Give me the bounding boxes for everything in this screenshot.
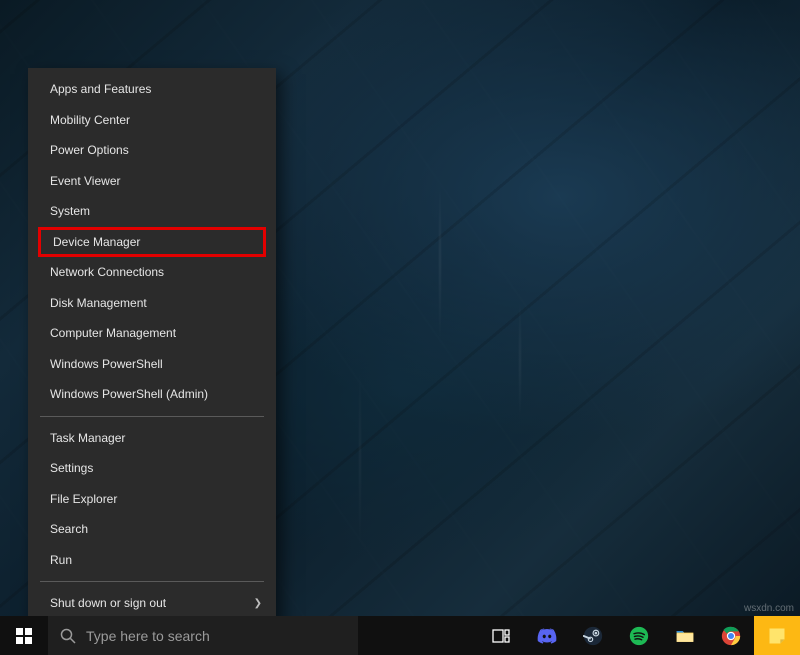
task-view-icon <box>492 627 510 645</box>
chrome-icon <box>721 626 741 646</box>
taskbar-search[interactable]: Type here to search <box>48 616 358 655</box>
menu-separator <box>40 581 264 582</box>
menu-item-label: System <box>50 204 90 218</box>
sticky-notes-icon <box>767 626 787 646</box>
menu-item-computer-management[interactable]: Computer Management <box>28 318 276 349</box>
steam-icon <box>583 626 603 646</box>
menu-item-label: Device Manager <box>53 235 140 249</box>
menu-item-label: Power Options <box>50 143 129 157</box>
menu-item-system[interactable]: System <box>28 196 276 227</box>
menu-item-network-connections[interactable]: Network Connections <box>28 257 276 288</box>
search-placeholder: Type here to search <box>86 628 210 644</box>
taskbar-icon-file-explorer[interactable] <box>662 616 708 655</box>
menu-item-run[interactable]: Run <box>28 545 276 576</box>
menu-item-settings[interactable]: Settings <box>28 453 276 484</box>
menu-item-apps-and-features[interactable]: Apps and Features <box>28 74 276 105</box>
chevron-right-icon: ❯ <box>254 598 262 609</box>
menu-item-label: Mobility Center <box>50 113 130 127</box>
taskbar-icon-spotify[interactable] <box>616 616 662 655</box>
menu-item-search[interactable]: Search <box>28 514 276 545</box>
menu-item-disk-management[interactable]: Disk Management <box>28 288 276 319</box>
taskbar-icon-chrome[interactable] <box>708 616 754 655</box>
menu-item-windows-powershell[interactable]: Windows PowerShell <box>28 349 276 380</box>
menu-item-label: Apps and Features <box>50 82 151 96</box>
menu-item-device-manager[interactable]: Device Manager <box>38 227 266 258</box>
winx-context-menu: Apps and Features Mobility Center Power Op… <box>28 68 276 655</box>
menu-item-event-viewer[interactable]: Event Viewer <box>28 166 276 197</box>
menu-item-task-manager[interactable]: Task Manager <box>28 423 276 454</box>
taskbar-icon-steam[interactable] <box>570 616 616 655</box>
menu-item-shut-down-or-sign-out[interactable]: Shut down or sign out ❯ <box>28 588 276 619</box>
menu-item-power-options[interactable]: Power Options <box>28 135 276 166</box>
taskbar-icon-sticky-notes[interactable] <box>754 616 800 655</box>
menu-item-label: Computer Management <box>50 326 176 340</box>
menu-item-label: Event Viewer <box>50 174 120 188</box>
taskbar: Type here to search <box>0 616 800 655</box>
menu-item-label: Shut down or sign out <box>50 596 166 610</box>
menu-item-label: Search <box>50 522 88 536</box>
search-icon <box>60 628 76 644</box>
menu-item-windows-powershell-admin[interactable]: Windows PowerShell (Admin) <box>28 379 276 410</box>
spotify-icon <box>629 626 649 646</box>
menu-item-label: Settings <box>50 461 93 475</box>
menu-item-label: Windows PowerShell <box>50 357 163 371</box>
file-explorer-icon <box>675 626 695 646</box>
menu-item-label: Run <box>50 553 72 567</box>
menu-item-label: File Explorer <box>50 492 117 506</box>
windows-logo-icon <box>16 628 32 644</box>
menu-separator <box>40 416 264 417</box>
menu-item-label: Windows PowerShell (Admin) <box>50 387 208 401</box>
start-button[interactable] <box>0 616 48 655</box>
menu-item-label: Disk Management <box>50 296 147 310</box>
menu-item-mobility-center[interactable]: Mobility Center <box>28 105 276 136</box>
menu-item-label: Task Manager <box>50 431 125 445</box>
menu-item-label: Network Connections <box>50 265 164 279</box>
taskbar-icon-discord[interactable] <box>524 616 570 655</box>
menu-item-file-explorer[interactable]: File Explorer <box>28 484 276 515</box>
taskbar-icon-task-view[interactable] <box>478 616 524 655</box>
watermark-text: wsxdn.com <box>744 603 794 614</box>
discord-icon <box>537 626 557 646</box>
